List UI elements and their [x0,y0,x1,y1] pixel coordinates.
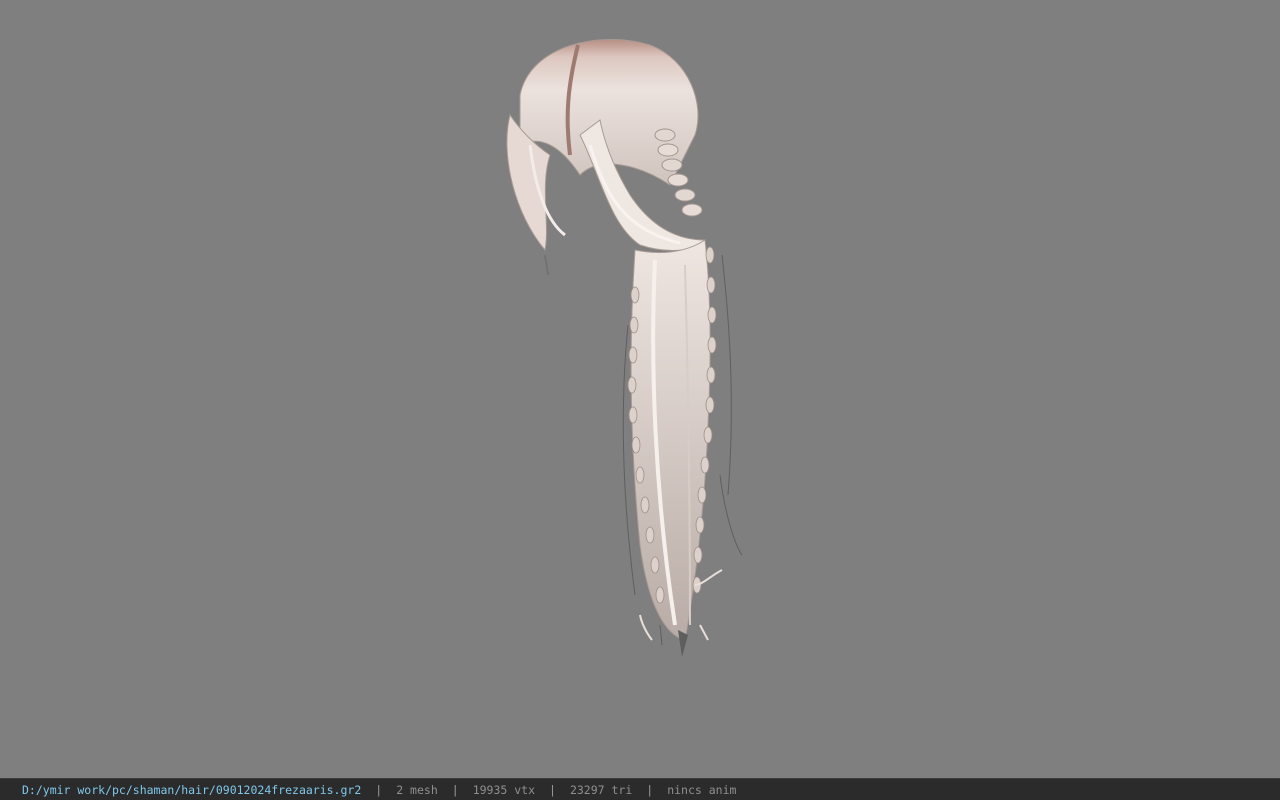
mesh-count: 2 mesh [396,782,438,797]
anim-status: nincs anim [667,782,737,797]
triangle-count: 23297 tri [569,782,633,797]
separator: | [451,782,459,797]
separator: | [549,782,556,797]
3d-viewport[interactable] [0,0,1280,778]
separator: | [646,782,654,797]
vertex-count: 19935 vtx [472,782,535,797]
separator: | [375,782,383,797]
status-bar: D:/ymir work/pc/shaman/hair/09012024frez… [0,778,1280,800]
hair-model[interactable] [490,25,770,665]
file-path: D:/ymir work/pc/shaman/hair/09012024frez… [22,782,362,797]
